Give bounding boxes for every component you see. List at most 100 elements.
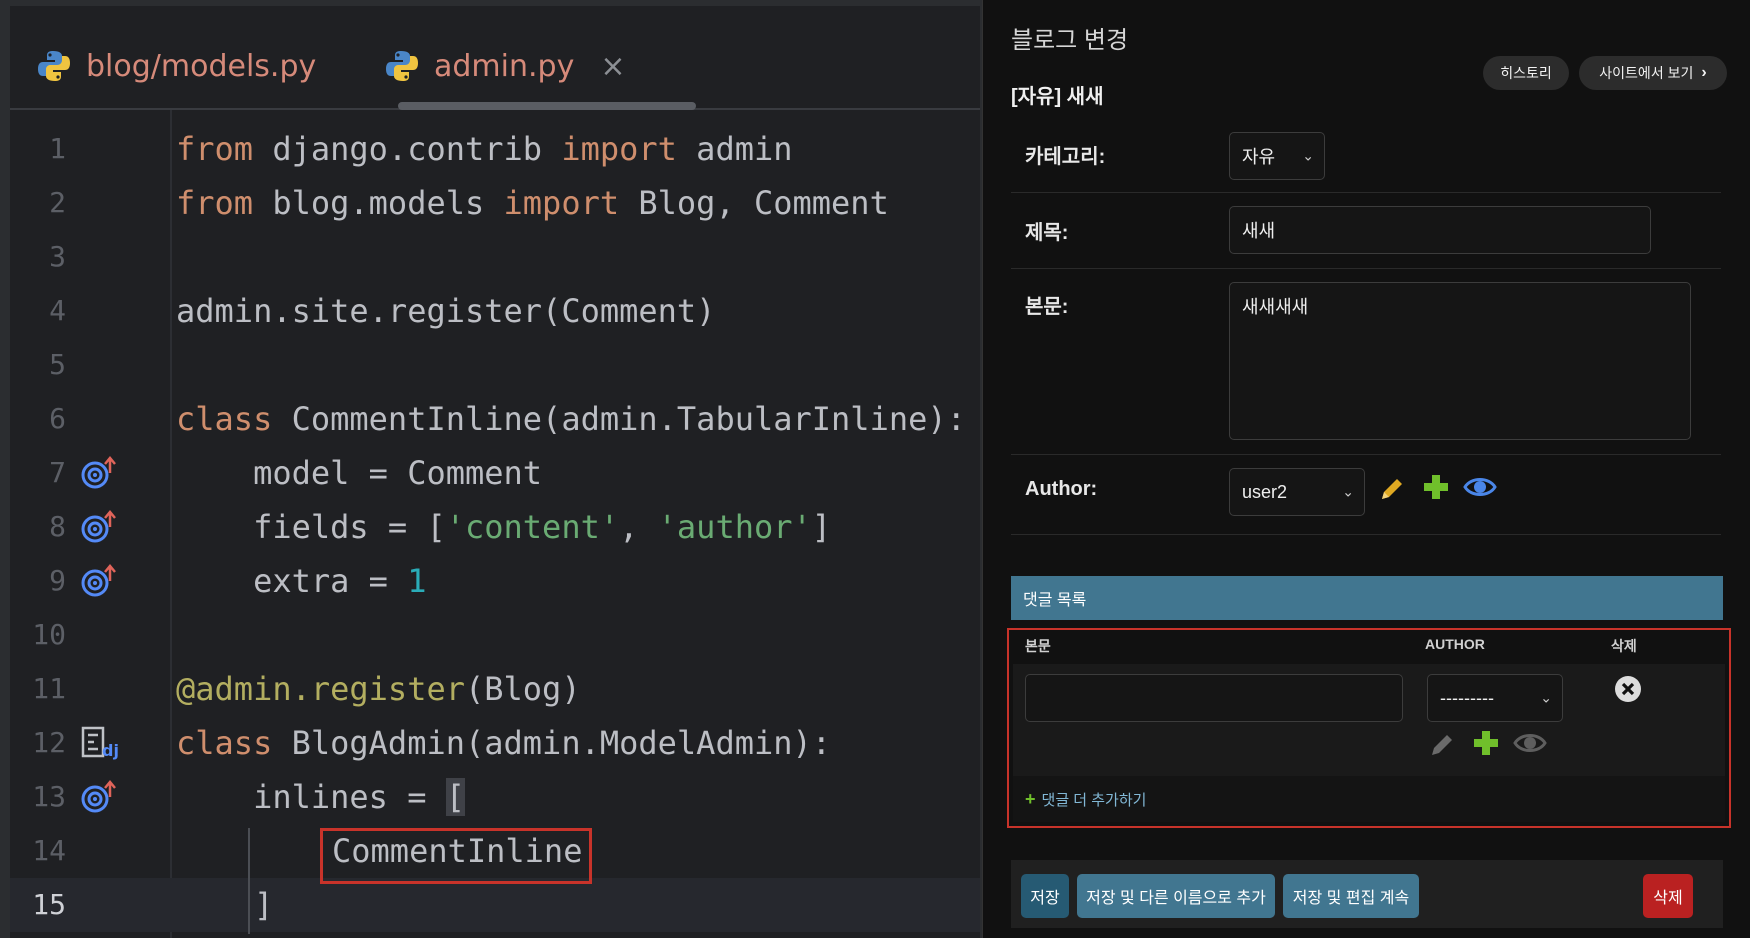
column-header-author: AUTHOR (1425, 636, 1485, 652)
active-tab-indicator (398, 102, 696, 110)
view-site-label: 사이트에서 보기 (1599, 65, 1694, 81)
code-text: class CommentInline(admin.TabularInline)… (176, 400, 966, 438)
override-arrow-icon[interactable] (80, 509, 120, 545)
column-header-content: 본문 (1025, 638, 1051, 654)
eye-icon[interactable] (1463, 472, 1497, 502)
line-number: 5 (49, 348, 66, 381)
save-button[interactable]: 저장 (1021, 874, 1069, 918)
code-area[interactable]: 1 from django.contrib import admin 2 fro… (10, 110, 980, 938)
code-text: admin.site.register(Comment) (176, 292, 716, 330)
line-number: 11 (32, 672, 66, 705)
code-line: 9 extra = 1 (10, 554, 980, 608)
django-admin-icon[interactable]: dj (80, 725, 120, 761)
code-line: 6 class CommentInline(admin.TabularInlin… (10, 392, 980, 446)
python-icon (38, 51, 70, 81)
code-text: inlines = [ (176, 778, 465, 816)
category-select[interactable]: 자유 ⌄ (1229, 132, 1325, 180)
form-row-title: 제목: 새새 (1011, 192, 1721, 269)
inline-group-header: 댓글 목록 (1011, 576, 1723, 620)
eye-icon (1513, 734, 1547, 752)
code-text: ] (254, 886, 274, 924)
category-label: 카테고리: (1025, 146, 1106, 168)
indent-guide (248, 828, 250, 934)
delete-inline-icon[interactable] (1613, 674, 1643, 704)
code-text: model = Comment (176, 454, 543, 492)
override-arrow-icon[interactable] (80, 779, 120, 815)
add-icon[interactable] (1471, 728, 1501, 758)
delete-button[interactable]: 삭제 (1643, 874, 1693, 918)
author-value: user2 (1242, 481, 1288, 502)
title-input[interactable]: 새새 (1229, 206, 1651, 254)
code-line: 10 (10, 608, 980, 662)
code-line: 4 admin.site.register(Comment) (10, 284, 980, 338)
code-text: from django.contrib import admin (176, 130, 793, 168)
inline-table-header: 본문 AUTHOR 삭제 (1013, 630, 1725, 664)
override-arrow-icon[interactable] (80, 563, 120, 599)
history-button[interactable]: 히스토리 (1483, 56, 1569, 90)
delete-label: 삭제 (1653, 890, 1683, 907)
inline-highlight-box: 본문 AUTHOR 삭제 --------- ⌄ + 댓글 더 추가하기 (1007, 628, 1731, 828)
editor-tab-bar: blog/models.py admin.py × (10, 6, 980, 110)
save-label: 저장 (1030, 890, 1060, 907)
highlight-box (320, 828, 592, 884)
save-continue-label: 저장 및 편집 계속 (1292, 890, 1410, 907)
save-and-continue-button[interactable]: 저장 및 편집 계속 (1283, 874, 1419, 918)
chevron-right-icon: › (1701, 64, 1707, 81)
tab-label: blog/models.py (86, 48, 317, 84)
chevron-down-icon: ⌄ (1302, 147, 1314, 164)
author-select[interactable]: user2 ⌄ (1229, 468, 1365, 516)
close-icon[interactable]: × (600, 49, 625, 84)
code-line: 13 inlines = [ (10, 770, 980, 824)
history-label: 히스토리 (1500, 65, 1552, 81)
inline-author-value: --------- (1440, 687, 1494, 708)
line-number: 4 (49, 294, 66, 327)
code-line: 12 dj class BlogAdmin(admin.ModelAdmin): (10, 716, 980, 770)
pencil-icon[interactable] (1377, 474, 1407, 504)
save-as-new-label: 저장 및 다른 이름으로 추가 (1086, 890, 1266, 907)
tab-admin-py[interactable]: admin.py × (384, 36, 625, 96)
view-on-site-button[interactable]: 사이트에서 보기 › (1579, 56, 1727, 90)
save-as-new-button[interactable]: 저장 및 다른 이름으로 추가 (1077, 874, 1275, 918)
add-another-comment-link[interactable]: + 댓글 더 추가하기 (1013, 776, 1725, 822)
code-text: fields = ['content', 'author'] (176, 508, 832, 546)
line-number: 15 (32, 888, 66, 921)
code-line-current: 15 ] (10, 878, 980, 932)
line-number: 9 (49, 564, 66, 597)
inline-content-input[interactable] (1025, 674, 1403, 722)
content-label: 본문: (1025, 296, 1069, 318)
code-line: 7 model = Comment (10, 446, 980, 500)
code-line: 1 from django.contrib import admin (10, 122, 980, 176)
title-label: 제목: (1025, 222, 1069, 244)
code-text: from blog.models import Blog, Comment (176, 184, 889, 222)
override-arrow-icon[interactable] (80, 455, 120, 491)
content-textarea[interactable]: 새새새새 (1229, 282, 1691, 440)
add-icon[interactable] (1421, 472, 1451, 502)
tab-blog-models[interactable]: blog/models.py (36, 36, 316, 96)
line-number: 6 (49, 402, 66, 435)
object-title: [자유] 새새 (1011, 86, 1104, 108)
author-label: Author: (1025, 478, 1098, 500)
title-value: 새새 (1242, 221, 1276, 241)
line-number: 13 (32, 780, 66, 813)
svg-text:dj: dj (102, 741, 119, 760)
category-value: 자유 (1242, 147, 1276, 167)
python-icon (386, 51, 418, 81)
code-line: 11 @admin.register(Blog) (10, 662, 980, 716)
add-another-label: 댓글 더 추가하기 (1041, 791, 1147, 809)
code-text: @admin.register(Blog) (176, 670, 581, 708)
chevron-down-icon: ⌄ (1342, 483, 1354, 500)
pencil-icon (1432, 735, 1452, 755)
code-line: 8 fields = ['content', 'author'] (10, 500, 980, 554)
content-value: 새새새새 (1242, 297, 1309, 317)
code-text: extra = 1 (176, 562, 427, 600)
code-line: 5 (10, 338, 980, 392)
line-number: 8 (49, 510, 66, 543)
inline-author-select[interactable]: --------- ⌄ (1427, 674, 1563, 722)
code-text: class BlogAdmin(admin.ModelAdmin): (176, 724, 832, 762)
line-number: 1 (49, 132, 66, 165)
form-row-content: 본문: 새새새새 (1011, 268, 1721, 455)
line-number: 2 (49, 186, 66, 219)
chevron-down-icon: ⌄ (1540, 689, 1552, 706)
form-row-category: 카테고리: 자유 ⌄ (1011, 118, 1721, 193)
code-line: 3 (10, 230, 980, 284)
